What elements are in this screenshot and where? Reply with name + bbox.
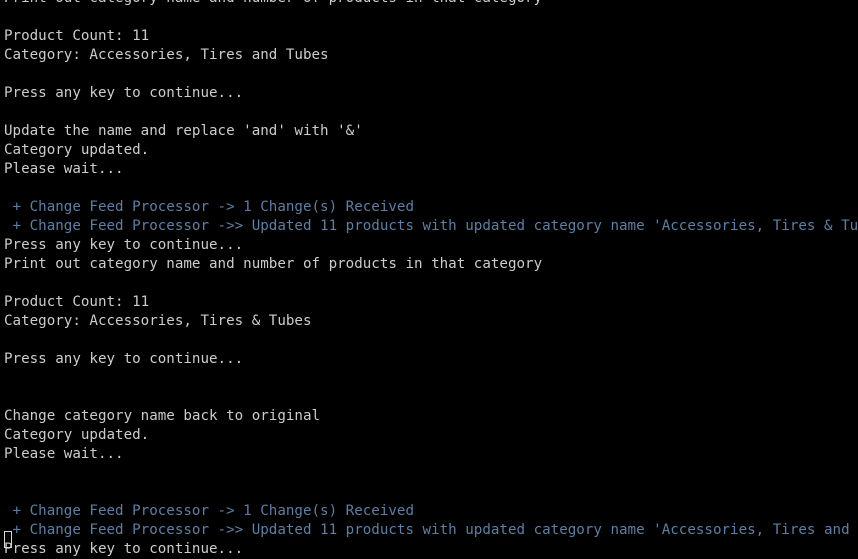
console-line: Change category name back to original — [4, 408, 321, 424]
console-line: Category updated. — [4, 142, 150, 158]
text-cursor — [4, 531, 12, 548]
console-line: + Change Feed Processor ->> Updated 11 p… — [4, 522, 858, 538]
console-line: + Change Feed Processor ->> Updated 11 p… — [4, 218, 858, 234]
console-line: Product Count: 11 — [4, 294, 150, 310]
console-line: + Change Feed Processor -> 1 Change(s) R… — [4, 503, 414, 519]
cursor-row — [4, 531, 12, 550]
console-line: Category: Accessories, Tires and Tubes — [4, 47, 329, 63]
console-line: Press any key to continue... — [4, 85, 244, 101]
terminal-window[interactable]: Print out category name and number of pr… — [0, 0, 858, 557]
console-line: + Change Feed Processor -> 1 Change(s) R… — [4, 199, 414, 215]
console-line: Press any key to continue... — [4, 351, 244, 367]
console-line: Please wait... — [4, 161, 124, 177]
console-line: Please wait... — [4, 446, 124, 462]
console-line: Product Count: 11 — [4, 28, 150, 44]
console-line: Category updated. — [4, 427, 150, 443]
console-line: Press any key to continue... — [4, 237, 244, 253]
console-line: Print out category name and number of pr… — [4, 256, 543, 272]
console-line: Update the name and replace 'and' with '… — [4, 123, 363, 139]
console-line: Press any key to continue... — [4, 541, 244, 557]
console-line: Category: Accessories, Tires & Tubes — [4, 313, 312, 329]
console-output: Print out category name and number of pr… — [4, 0, 858, 559]
console-line: Print out category name and number of pr… — [4, 0, 858, 8]
